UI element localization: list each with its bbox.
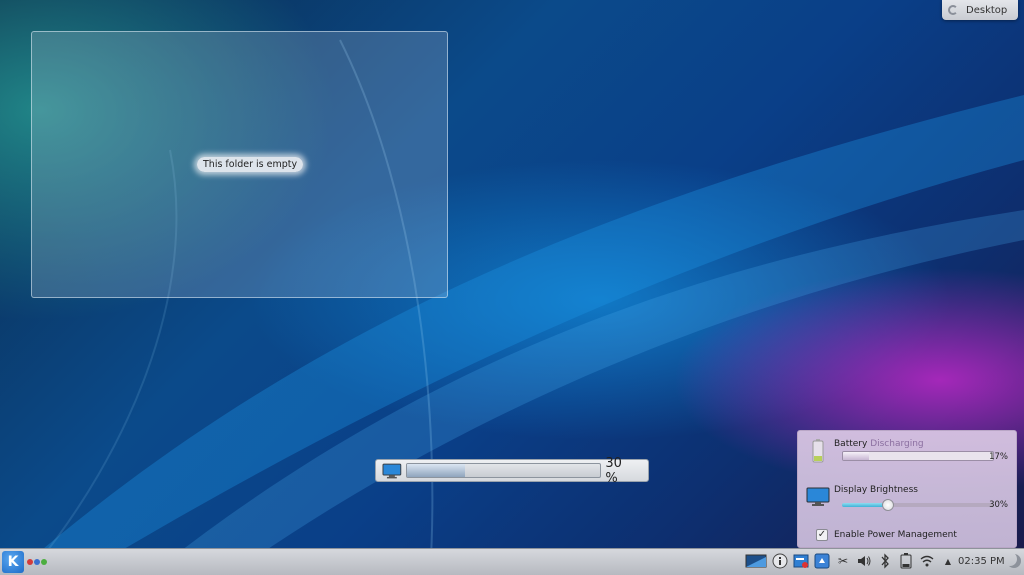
brightness-osd-value: 30 %: [605, 455, 622, 486]
leave-session-icon[interactable]: [1007, 554, 1021, 568]
wifi-icon[interactable]: [919, 553, 935, 569]
folder-empty-message: This folder is empty: [197, 157, 304, 172]
battery-row: Battery Discharging 17%: [806, 439, 1008, 465]
taskbar-panel: K ✂ ▲ 02:35 PM: [0, 548, 1024, 575]
volume-icon[interactable]: [856, 553, 872, 569]
display-brightness-slider[interactable]: [842, 503, 994, 507]
battery-label: Battery Discharging: [834, 439, 924, 449]
battery-icon: [812, 439, 824, 463]
battery-charge-bar: [842, 451, 994, 461]
digital-clock[interactable]: 02:35 PM: [958, 556, 1005, 567]
display-brightness-row: Display Brightness 30%: [806, 485, 1008, 511]
desktop-toolbox-label: Desktop: [966, 4, 1008, 16]
bluetooth-icon[interactable]: [877, 553, 893, 569]
desktop-toolbox-button[interactable]: Desktop: [942, 0, 1018, 20]
clipboard-icon[interactable]: ✂: [835, 553, 851, 569]
display-brightness-label: Display Brightness: [834, 485, 918, 495]
expand-arrow-icon[interactable]: ▲: [940, 553, 956, 569]
battery-charge-fill: [843, 452, 869, 460]
battery-title: Battery: [834, 439, 868, 449]
brightness-osd: 30 %: [375, 456, 649, 486]
plasma-toolbox-icon: [948, 5, 958, 15]
notes-icon[interactable]: [793, 553, 809, 569]
display-brightness-percent: 30%: [989, 500, 1008, 510]
pager-desktop-1[interactable]: [27, 559, 33, 565]
kde-logo-icon: K: [7, 554, 19, 570]
display-brightness-fill: [842, 503, 888, 507]
display-brightness-handle[interactable]: [881, 499, 894, 511]
pager-desktop-2[interactable]: [34, 559, 40, 565]
desktop-preview-icon[interactable]: [745, 553, 767, 569]
folder-view-widget[interactable]: This folder is empty: [31, 31, 448, 298]
info-icon[interactable]: [772, 553, 788, 569]
battery-status: Discharging: [870, 439, 924, 449]
display-icon: [806, 487, 830, 506]
system-tray: ✂ ▲: [745, 553, 956, 569]
application-launcher-button[interactable]: K: [2, 551, 24, 573]
pager-desktop-3[interactable]: [41, 559, 47, 565]
monitor-icon: [382, 463, 402, 478]
brightness-osd-bar: [405, 463, 602, 478]
battery-monitor-popup: Battery Discharging 17% Display Brightne…: [797, 430, 1017, 548]
device-notifier-icon[interactable]: [814, 553, 830, 569]
virtual-desktop-pager[interactable]: [27, 559, 47, 565]
battery-percent: 17%: [989, 452, 1008, 462]
power-management-row[interactable]: ✓ Enable Power Management: [806, 529, 1008, 543]
power-management-checkbox[interactable]: ✓: [816, 529, 828, 541]
power-management-label: Enable Power Management: [834, 530, 957, 540]
brightness-osd-fill: [406, 464, 465, 477]
battery-tray-icon[interactable]: [898, 553, 914, 569]
